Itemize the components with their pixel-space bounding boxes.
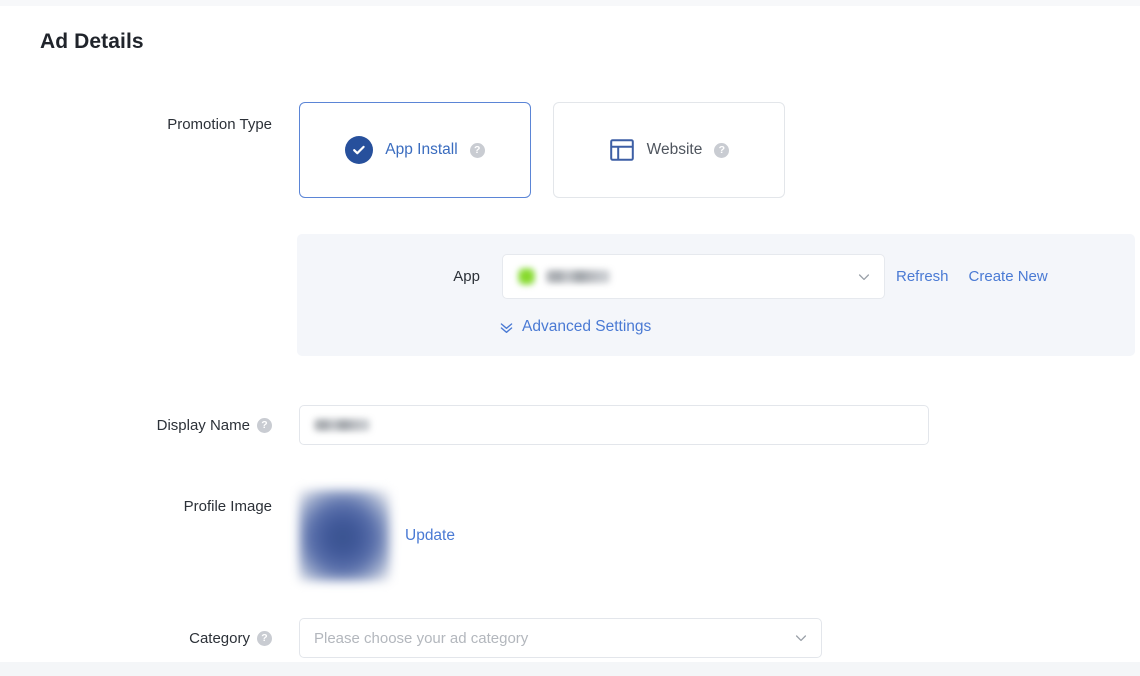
app-actions: Refresh Create New xyxy=(896,268,1048,285)
chevron-down-icon xyxy=(857,270,871,284)
display-name-input[interactable] xyxy=(299,405,929,445)
app-select-value xyxy=(546,270,610,283)
help-icon[interactable]: ? xyxy=(257,631,272,646)
promotion-type-options: App Install ? Website ? xyxy=(299,102,785,198)
green-app-icon xyxy=(517,267,536,286)
app-label: App xyxy=(0,254,480,299)
category-label: Category ? xyxy=(0,618,272,658)
promotion-type-option-website-label: Website xyxy=(647,141,703,159)
category-placeholder: Please choose your ad category xyxy=(314,630,528,647)
double-chevron-down-icon xyxy=(499,320,514,335)
promotion-type-option-app-install[interactable]: App Install ? xyxy=(299,102,531,198)
app-select[interactable] xyxy=(502,254,885,299)
profile-image-row: Profile Image Update xyxy=(0,490,1140,581)
promotion-type-option-app-install-label: App Install xyxy=(385,141,457,159)
category-select[interactable]: Please choose your ad category xyxy=(299,618,822,658)
app-label-text: App xyxy=(453,268,480,285)
help-icon[interactable]: ? xyxy=(714,143,729,158)
profile-image-wrap: Update xyxy=(299,490,455,581)
profile-image-thumbnail xyxy=(299,490,390,581)
chevron-down-icon xyxy=(794,631,808,645)
ad-details-page: Ad Details Promotion Type App Install ? xyxy=(0,6,1140,662)
profile-image-label-text: Profile Image xyxy=(184,498,272,515)
help-icon[interactable]: ? xyxy=(257,418,272,433)
display-name-row: Display Name ? xyxy=(0,405,1140,445)
refresh-link[interactable]: Refresh xyxy=(896,268,949,285)
profile-image-update-link[interactable]: Update xyxy=(405,527,455,545)
display-name-label: Display Name ? xyxy=(0,405,272,445)
help-icon[interactable]: ? xyxy=(470,143,485,158)
promotion-type-label: Promotion Type xyxy=(0,102,272,146)
check-circle-icon xyxy=(345,136,373,164)
category-row: Category ? Please choose your ad categor… xyxy=(0,618,1140,658)
display-name-label-text: Display Name xyxy=(157,417,250,434)
promotion-type-label-text: Promotion Type xyxy=(167,116,272,133)
advanced-settings-toggle[interactable]: Advanced Settings xyxy=(499,318,651,336)
profile-image-label: Profile Image xyxy=(0,490,272,512)
promotion-type-option-website[interactable]: Website ? xyxy=(553,102,785,198)
page-title: Ad Details xyxy=(40,30,144,54)
bottom-edge-strip xyxy=(0,662,1140,676)
create-new-link[interactable]: Create New xyxy=(969,268,1048,285)
app-row: App Refresh Create New xyxy=(0,254,1140,299)
advanced-settings-label: Advanced Settings xyxy=(522,318,651,336)
app-field-wrap: Refresh Create New xyxy=(502,254,1048,299)
layout-icon xyxy=(609,137,635,163)
promotion-type-row: Promotion Type App Install ? Website xyxy=(0,102,1140,198)
display-name-value xyxy=(314,419,370,431)
category-label-text: Category xyxy=(189,630,250,647)
